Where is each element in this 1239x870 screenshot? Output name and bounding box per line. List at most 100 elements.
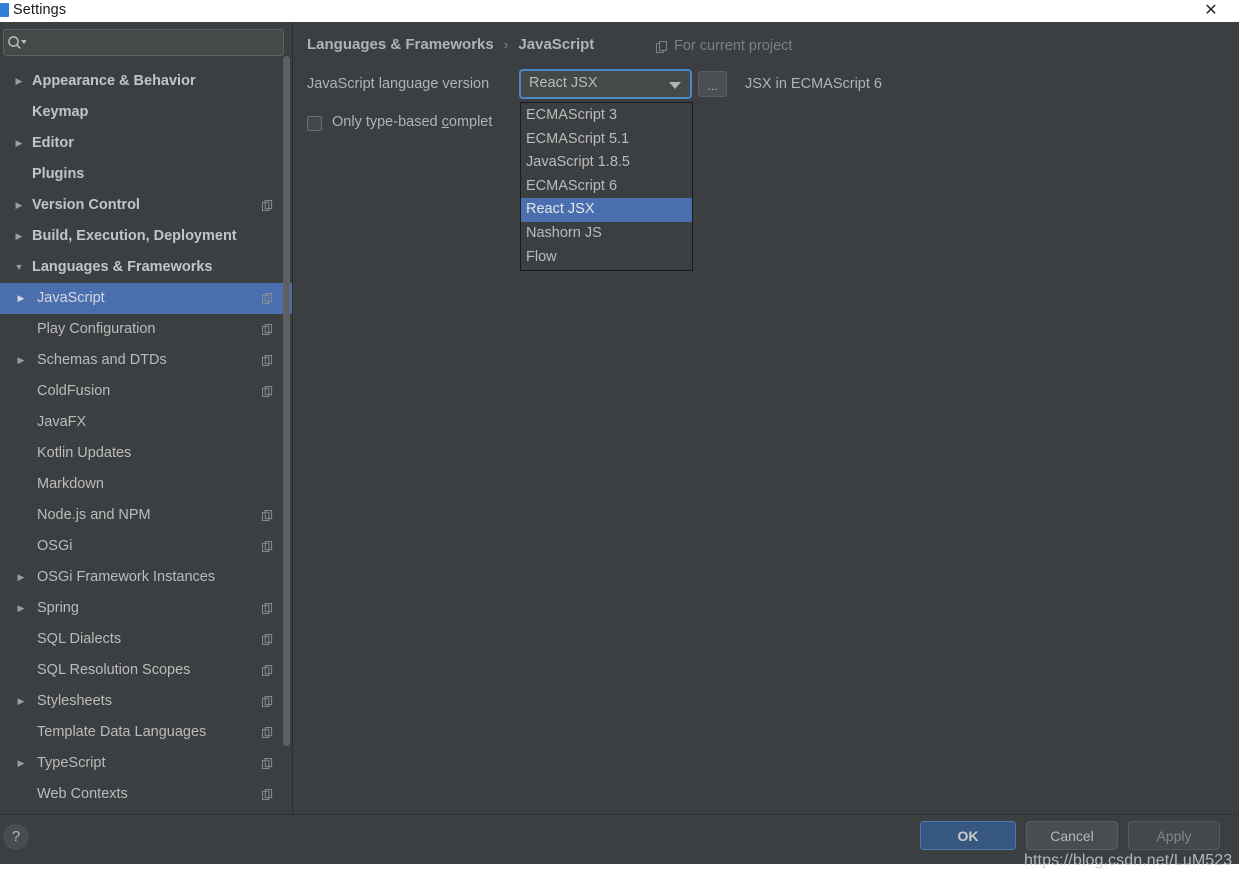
project-scope-icon [262,696,273,707]
sidebar-item-template-data-languages[interactable]: Template Data Languages [0,717,292,748]
language-version-more-button[interactable]: ... [698,71,727,97]
project-scope-icon [262,510,273,521]
chevron-right-icon[interactable]: ▶ [14,686,28,717]
apply-button[interactable]: Apply [1128,821,1220,850]
sidebar-item-stylesheets[interactable]: ▶ Stylesheets [0,686,292,717]
chevron-right-icon [12,97,26,128]
sidebar-item-typescript[interactable]: ▶ TypeScript [0,748,292,779]
sidebar-item-schemas-and-dtds[interactable]: ▶ Schemas and DTDs [0,345,292,376]
chevron-right-icon[interactable]: ▶ [14,562,28,593]
settings-dialog: ▶ Appearance & Behavior Keymap ▶ Editor Plugi… [0,22,1239,869]
chevron-right-icon[interactable]: ▶ [14,748,28,779]
sidebar-item-label: JavaScript [37,290,105,306]
dropdown-option-ecmascript-5-1[interactable]: ECMAScript 5.1 [521,128,692,152]
sidebar-item-build-execution-deployment[interactable]: ▶ Build, Execution, Deployment [0,221,292,252]
settings-content-pane: Languages & Frameworks › JavaScript For … [293,22,1239,814]
settings-tree[interactable]: ▶ Appearance & Behavior Keymap ▶ Editor Plugi… [0,66,292,814]
breadcrumb-parent[interactable]: Languages & Frameworks [307,36,494,53]
dropdown-option-ecmascript-3[interactable]: ECMAScript 3 [521,104,692,128]
sidebar-item-kotlin-updates[interactable]: Kotlin Updates [0,438,292,469]
sidebar-item-languages-frameworks[interactable]: ▼ Languages & Frameworks [0,252,292,283]
app-icon [0,3,9,17]
sidebar-item-sql-resolution-scopes[interactable]: SQL Resolution Scopes [0,655,292,686]
dropdown-option-react-jsx[interactable]: React JSX [521,198,692,222]
sidebar-item-web-contexts[interactable]: Web Contexts [0,779,292,810]
chevron-right-icon[interactable]: ▶ [12,128,26,159]
language-version-dropdown-list[interactable]: ECMAScript 3 ECMAScript 5.1 JavaScript 1.8… [520,102,693,272]
sidebar-item-plugins[interactable]: Plugins [0,159,292,190]
sidebar-item-spring[interactable]: ▶ Spring [0,593,292,624]
language-version-combobox[interactable]: React JSX [519,69,692,99]
sidebar-item-appearance-behavior[interactable]: ▶ Appearance & Behavior [0,66,292,97]
chevron-down-icon[interactable]: ▼ [12,252,26,283]
project-scope-icon [262,386,273,397]
chevron-right-icon [14,779,28,810]
sidebar-item-coldfusion[interactable]: ColdFusion [0,376,292,407]
chevron-right-icon [14,469,28,500]
only-type-based-completion-label: Only type-based complet [332,114,492,130]
project-scope-icon [262,758,273,769]
chevron-right-icon [14,500,28,531]
sidebar-item-label: JavaFX [37,414,87,430]
project-scope-icon [262,665,273,676]
sidebar-item-label: SQL Dialects [37,631,122,647]
breadcrumb: Languages & Frameworks › JavaScript [307,36,594,53]
search-input[interactable] [28,30,284,57]
scope-label: For current project [674,38,793,54]
search-box[interactable] [3,29,284,57]
sidebar-item-markdown[interactable]: Markdown [0,469,292,500]
sidebar-item-osgi-framework-instances[interactable]: ▶ OSGi Framework Instances [0,562,292,593]
sidebar-item-label: Version Control [32,197,140,213]
sidebar-item-javascript[interactable]: ▶ JavaScript [0,283,292,314]
project-scope-icon [262,355,273,366]
chevron-down-icon [669,82,681,89]
cancel-button[interactable]: Cancel [1026,821,1118,850]
sidebar-item-keymap[interactable]: Keymap [0,97,292,128]
dropdown-option-javascript-1-8-5[interactable]: JavaScript 1.8.5 [521,151,692,175]
sidebar-item-version-control[interactable]: ▶ Version Control [0,190,292,221]
dropdown-option-nashorn-js[interactable]: Nashorn JS [521,222,692,246]
project-scope-icon [262,603,273,614]
sidebar-item-play-configuration[interactable]: Play Configuration [0,314,292,345]
help-button[interactable]: ? [3,824,29,850]
breadcrumb-current: JavaScript [518,36,595,53]
chevron-right-icon[interactable]: ▶ [12,190,26,221]
only-type-based-completion-checkbox[interactable] [307,116,322,131]
window-titlebar: Settings ✕ [0,0,1239,23]
window-title: Settings [13,2,67,18]
dropdown-option-flow[interactable]: Flow [521,246,692,270]
chevron-right-icon [14,717,28,748]
chevron-right-icon [14,314,28,345]
language-version-label: JavaScript language version [307,76,490,92]
sidebar-item-osgi[interactable]: OSGi [0,531,292,562]
project-scope-icon [262,634,273,645]
sidebar-item-label: Web Contexts [37,786,128,802]
sidebar-item-label: Keymap [32,104,89,120]
chevron-right-icon[interactable]: ▶ [14,593,28,624]
sidebar-item-javafx[interactable]: JavaFX [0,407,292,438]
search-icon [8,36,26,49]
sidebar-item-label: ColdFusion [37,383,111,399]
sidebar-item-label: Editor [32,135,74,151]
sidebar-item-editor[interactable]: ▶ Editor [0,128,292,159]
settings-sidebar: ▶ Appearance & Behavior Keymap ▶ Editor Plugi… [0,22,293,814]
chevron-right-icon[interactable]: ▶ [12,66,26,97]
chevron-right-icon[interactable]: ▶ [14,283,28,314]
ok-button[interactable]: OK [920,821,1016,850]
checkbox-label-after: omplet [448,114,493,130]
close-icon[interactable]: ✕ [1191,0,1231,21]
chevron-right-icon [14,531,28,562]
chevron-right-icon[interactable]: ▶ [14,345,28,376]
sidebar-scrollbar[interactable] [283,56,290,746]
chevron-right-icon[interactable]: ▶ [12,221,26,252]
project-scope-icon [262,200,273,211]
sidebar-item-label: Languages & Frameworks [32,259,213,275]
sidebar-item-label: Kotlin Updates [37,445,132,461]
scope-indicator: For current project [656,38,792,54]
sidebar-item-sql-dialects[interactable]: SQL Dialects [0,624,292,655]
sidebar-item-label: Build, Execution, Deployment [32,228,237,244]
sidebar-item-label: Template Data Languages [37,724,207,740]
sidebar-item-node-js-and-npm[interactable]: Node.js and NPM [0,500,292,531]
dropdown-option-ecmascript-6[interactable]: ECMAScript 6 [521,175,692,199]
project-scope-icon [262,324,273,335]
